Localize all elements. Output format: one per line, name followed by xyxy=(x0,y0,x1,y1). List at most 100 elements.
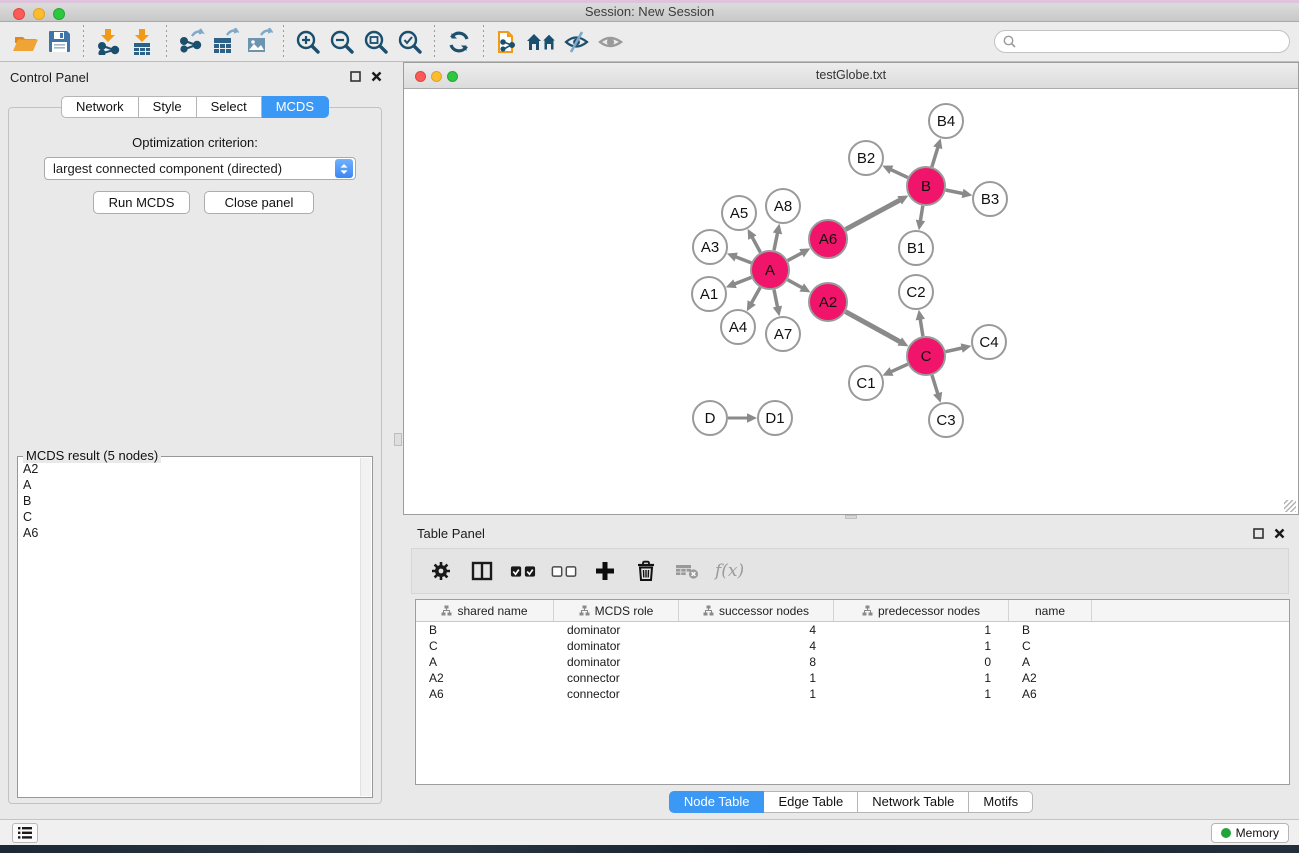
cell-mcds-role[interactable]: dominator xyxy=(554,622,679,638)
column-header-name[interactable]: name xyxy=(1009,600,1092,621)
mcds-result-item[interactable]: C xyxy=(21,509,358,525)
minimize-window-button[interactable] xyxy=(33,8,45,20)
run-mcds-button[interactable]: Run MCDS xyxy=(93,191,190,214)
zoom-in-button[interactable] xyxy=(291,25,325,59)
import-network-button[interactable] xyxy=(91,25,125,59)
graph-edge-B-B2[interactable] xyxy=(890,169,907,177)
cell-mcds-role[interactable]: connector xyxy=(554,670,679,686)
graph-edge-C-C3[interactable] xyxy=(932,375,938,394)
cell-mcds-role[interactable]: dominator xyxy=(554,638,679,654)
delete-columns-button[interactable] xyxy=(633,558,659,584)
cell-shared-name[interactable]: A6 xyxy=(416,686,554,702)
network-minimize-button[interactable] xyxy=(431,71,442,82)
float-panel-icon[interactable] xyxy=(1253,528,1264,539)
cell-predecessor-nodes[interactable]: 1 xyxy=(834,686,1009,702)
table-settings-button[interactable] xyxy=(428,558,454,584)
cell-predecessor-nodes[interactable]: 1 xyxy=(834,622,1009,638)
cell-successor-nodes[interactable]: 8 xyxy=(679,654,834,670)
tab-mcds[interactable]: MCDS xyxy=(262,96,329,118)
cell-name[interactable]: A2 xyxy=(1009,670,1092,686)
graph-edge-A2-C[interactable] xyxy=(846,312,901,342)
close-panel-button[interactable]: Close panel xyxy=(204,191,314,214)
graph-edge-A-A7[interactable] xyxy=(774,290,778,308)
save-session-button[interactable] xyxy=(42,25,76,59)
refresh-view-button[interactable] xyxy=(442,25,476,59)
table-tab-edge-table[interactable]: Edge Table xyxy=(764,791,858,813)
show-graphics-details-button[interactable] xyxy=(593,25,627,59)
function-builder-button[interactable]: f(x) xyxy=(715,561,744,581)
table-tab-node-table[interactable]: Node Table xyxy=(669,791,765,813)
export-table-button[interactable] xyxy=(208,25,242,59)
graph-edge-C-C4[interactable] xyxy=(946,348,963,352)
tab-select[interactable]: Select xyxy=(197,96,262,118)
cell-name[interactable]: B xyxy=(1009,622,1092,638)
cell-predecessor-nodes[interactable]: 1 xyxy=(834,638,1009,654)
home-button[interactable] xyxy=(525,25,559,59)
table-row[interactable]: Adominator80A xyxy=(416,654,1289,670)
float-panel-icon[interactable] xyxy=(350,71,361,82)
table-row[interactable]: Cdominator41C xyxy=(416,638,1289,654)
column-header-predecessor-nodes[interactable]: predecessor nodes xyxy=(834,600,1009,621)
search-field[interactable] xyxy=(994,30,1290,53)
cell-mcds-role[interactable]: connector xyxy=(554,686,679,702)
graph-edge-A6-B[interactable] xyxy=(846,200,901,230)
cell-name[interactable]: A6 xyxy=(1009,686,1092,702)
mcds-result-list[interactable]: A2ABCA6 xyxy=(21,461,358,795)
graph-edge-A-A3[interactable] xyxy=(735,257,751,263)
table-tab-motifs[interactable]: Motifs xyxy=(969,791,1033,813)
zoom-fit-button[interactable] xyxy=(359,25,393,59)
export-network-button[interactable] xyxy=(174,25,208,59)
vertical-splitter[interactable] xyxy=(390,62,403,819)
graph-edge-B-B1[interactable] xyxy=(920,206,923,222)
network-close-button[interactable] xyxy=(415,71,426,82)
import-table-button[interactable] xyxy=(125,25,159,59)
zoom-selected-button[interactable] xyxy=(393,25,427,59)
cell-shared-name[interactable]: C xyxy=(416,638,554,654)
cell-mcds-role[interactable]: dominator xyxy=(554,654,679,670)
cell-name[interactable]: C xyxy=(1009,638,1092,654)
column-header-shared-name[interactable]: shared name xyxy=(416,600,554,621)
column-header-successor-nodes[interactable]: successor nodes xyxy=(679,600,834,621)
close-panel-icon[interactable] xyxy=(1274,528,1285,539)
show-panels-list-button[interactable] xyxy=(12,823,38,843)
mcds-result-item[interactable]: A6 xyxy=(21,525,358,541)
close-panel-icon[interactable] xyxy=(371,71,382,82)
graph-edge-A-A6[interactable] xyxy=(788,253,803,261)
network-window-titlebar[interactable]: testGlobe.txt xyxy=(404,63,1298,89)
zoom-out-button[interactable] xyxy=(325,25,359,59)
window-titlebar[interactable]: Session: New Session xyxy=(0,0,1299,22)
result-scrollbar[interactable] xyxy=(360,458,371,796)
graph-edge-A-A8[interactable] xyxy=(774,232,778,250)
table-row[interactable]: A6connector11A6 xyxy=(416,686,1289,702)
search-input[interactable] xyxy=(1016,35,1289,49)
cell-name[interactable]: A xyxy=(1009,654,1092,670)
cell-successor-nodes[interactable]: 4 xyxy=(679,622,834,638)
splitter-handle[interactable] xyxy=(845,515,857,519)
mcds-result-item[interactable]: B xyxy=(21,493,358,509)
column-header-mcds-role[interactable]: MCDS role xyxy=(554,600,679,621)
export-image-button[interactable] xyxy=(242,25,276,59)
table-row[interactable]: Bdominator41B xyxy=(416,622,1289,638)
open-session-button[interactable] xyxy=(8,25,42,59)
node-table[interactable]: shared nameMCDS rolesuccessor nodesprede… xyxy=(415,599,1290,785)
optimization-criterion-select[interactable]: largest connected component (directed) xyxy=(44,157,356,180)
resize-grip[interactable] xyxy=(1284,500,1296,512)
graph-edge-B-B4[interactable] xyxy=(932,147,938,167)
delete-table-button[interactable] xyxy=(674,558,700,584)
graph-edge-B-B3[interactable] xyxy=(946,190,964,194)
cell-shared-name[interactable]: A2 xyxy=(416,670,554,686)
close-window-button[interactable] xyxy=(13,8,25,20)
cell-shared-name[interactable]: B xyxy=(416,622,554,638)
tab-style[interactable]: Style xyxy=(139,96,197,118)
splitter-handle[interactable] xyxy=(394,433,402,446)
cell-successor-nodes[interactable]: 1 xyxy=(679,686,834,702)
cell-successor-nodes[interactable]: 1 xyxy=(679,670,834,686)
create-column-button[interactable] xyxy=(592,558,618,584)
mcds-result-item[interactable]: A xyxy=(21,477,358,493)
graph-edge-A-A4[interactable] xyxy=(751,287,760,303)
cell-predecessor-nodes[interactable]: 1 xyxy=(834,670,1009,686)
memory-button[interactable]: Memory xyxy=(1211,823,1289,843)
show-column-button[interactable] xyxy=(469,558,495,584)
graph-edge-C-C2[interactable] xyxy=(920,319,923,337)
tab-network[interactable]: Network xyxy=(61,96,139,118)
